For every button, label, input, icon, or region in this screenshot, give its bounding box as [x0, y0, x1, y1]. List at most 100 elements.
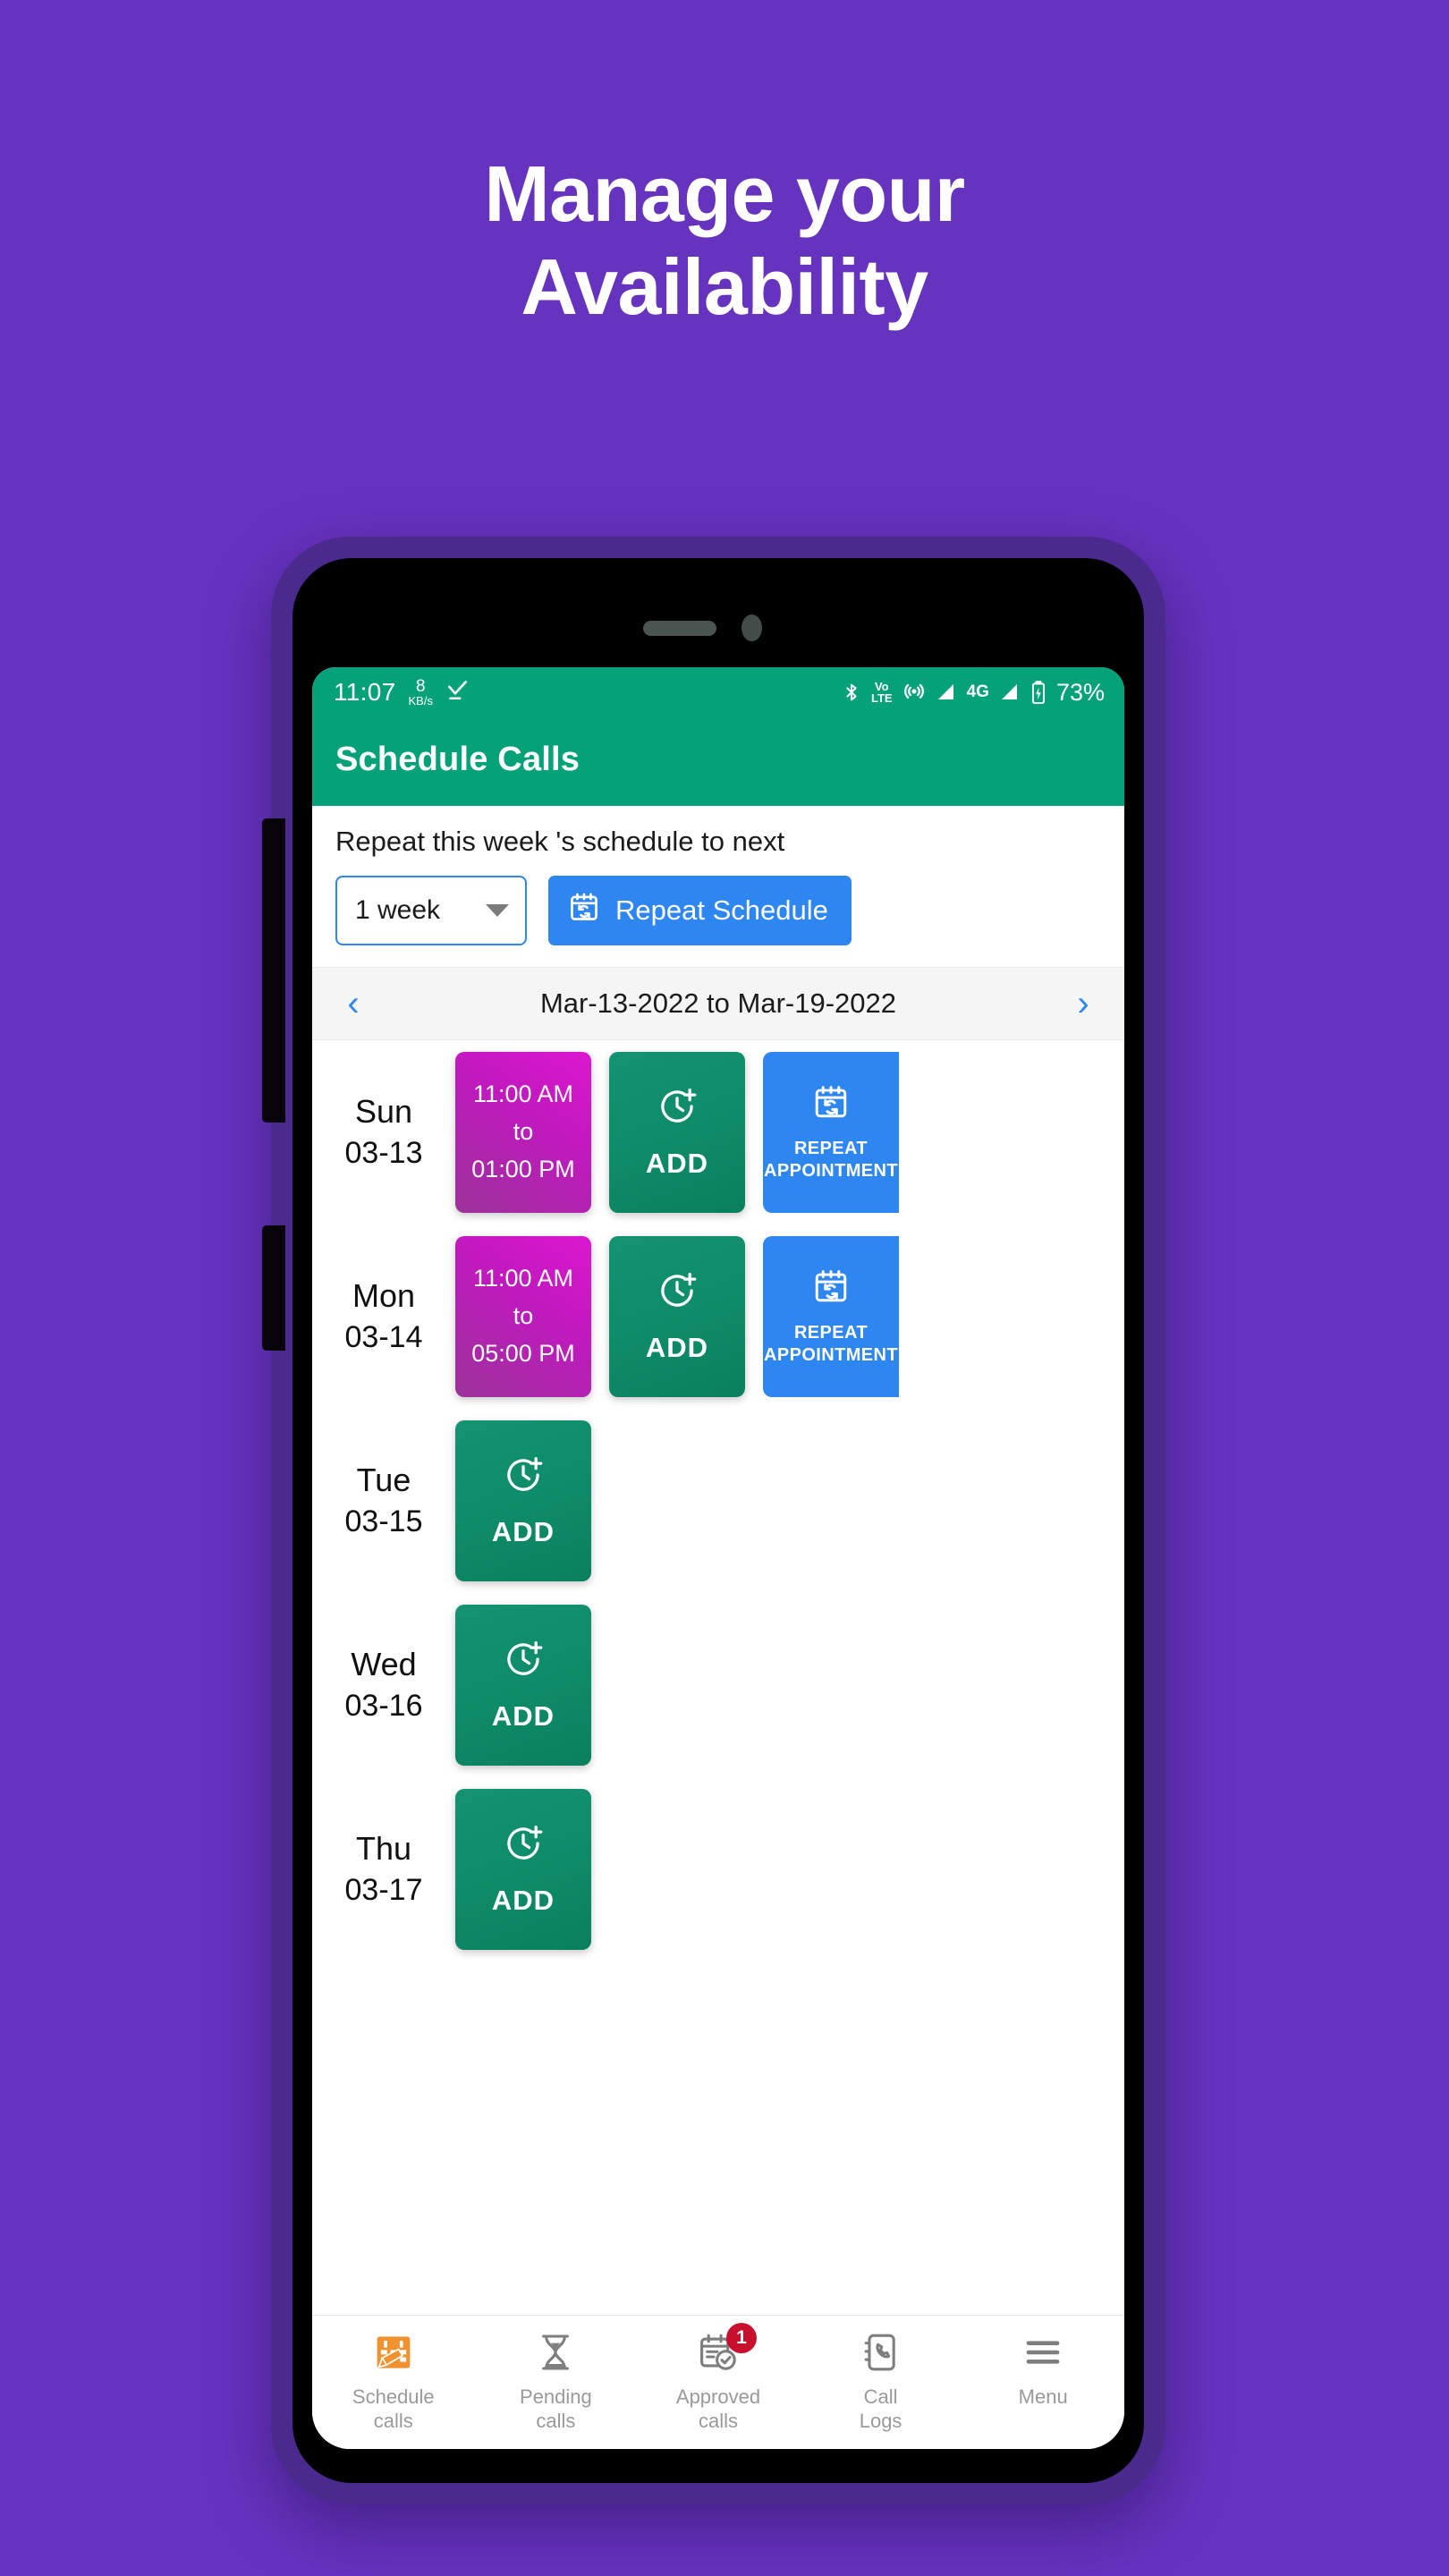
nav-item-label: Schedule calls [352, 2385, 435, 2432]
day-date: 03-13 [344, 1136, 423, 1171]
calendar-repeat-icon [812, 1267, 850, 1309]
time-slot-end: 01:00 PM [471, 1155, 575, 1182]
phone-screen: 11:07 8 KB/s Vo LTE 4G 73% Schedule Call… [312, 667, 1124, 2449]
day-name: Tue [356, 1461, 411, 1498]
repeat-duration-value: 1 week [355, 895, 441, 925]
time-slot-card[interactable]: 11:00 AM to 01:00 PM [455, 1052, 591, 1213]
add-slot-card[interactable]: ADD [609, 1052, 745, 1213]
phone-book-icon [860, 2332, 902, 2376]
nav-item-label: Approved calls [675, 2385, 761, 2432]
nav-icon-wrapper [535, 2330, 576, 2377]
day-cards: ADD [455, 1605, 591, 1766]
hourglass-icon [535, 2332, 576, 2376]
time-slot-sep: to [513, 1302, 534, 1330]
day-label: Sun 03-13 [312, 1090, 455, 1174]
schedule-day-row: Mon 03-14 11:00 AM to 05:00 PM ADD REPEAT APP… [312, 1224, 1124, 1409]
next-week-button[interactable]: › [1065, 986, 1101, 1021]
phone-device-mockup: 11:07 8 KB/s Vo LTE 4G 73% Schedule Call… [262, 537, 1165, 2504]
repeat-appointment-line-2: APPOINTMENT [764, 1160, 898, 1181]
time-slot-card[interactable]: 11:00 AM to 05:00 PM [455, 1236, 591, 1397]
promo-headline-line-2: Availability [521, 242, 928, 331]
signal-bars-icon-2 [999, 682, 1021, 703]
time-slot-end: 05:00 PM [471, 1339, 575, 1367]
add-slot-label: ADD [491, 1515, 555, 1547]
schedule-day-row: Wed 03-16 ADD [312, 1593, 1124, 1777]
calendar-repeat-icon [568, 891, 600, 930]
day-name: Mon [352, 1276, 416, 1314]
day-cards: 11:00 AM to 01:00 PM ADD REPEAT APPOINTMENT [455, 1052, 899, 1213]
power-button[interactable] [262, 1225, 285, 1351]
repeat-appointment-label: REPEAT APPOINTMENT [764, 1138, 898, 1182]
chevron-down-icon [486, 904, 509, 917]
volume-button[interactable] [262, 818, 285, 1123]
repeat-panel-label: Repeat this week 's schedule to next [335, 826, 785, 857]
day-label: Tue 03-15 [312, 1459, 455, 1543]
app-bar-title: Schedule Calls [312, 717, 1124, 806]
time-slot-start: 11:00 AM [472, 1265, 574, 1292]
clock-plus-icon [503, 1454, 544, 1500]
day-name: Thu [355, 1829, 412, 1867]
time-slot-sep: to [513, 1118, 534, 1146]
day-name: Wed [351, 1645, 417, 1682]
week-range-label: Mar-13-2022 to Mar-19-2022 [539, 987, 897, 1019]
week-navigator: ‹ Mar-13-2022 to Mar-19-2022 › [312, 967, 1124, 1040]
nav-icon-wrapper: 1 [698, 2323, 757, 2377]
calendar-pencil-icon [373, 2332, 414, 2376]
hamburger-menu-icon [1022, 2332, 1063, 2376]
day-label: Mon 03-14 [312, 1275, 455, 1359]
nav-item-hamburger-menu[interactable]: Menu [962, 2330, 1124, 2410]
day-label: Wed 03-16 [312, 1643, 455, 1727]
volte-bottom-label: LTE [871, 691, 893, 705]
repeat-duration-select[interactable]: 1 week [335, 876, 527, 945]
repeat-appointment-line-2: APPOINTMENT [764, 1344, 898, 1365]
clock-plus-icon [657, 1270, 698, 1316]
repeat-appointment-card[interactable]: REPEAT APPOINTMENT [763, 1236, 899, 1397]
nav-item-label: Call Logs [859, 2385, 902, 2432]
phone-bezel: 11:07 8 KB/s Vo LTE 4G 73% Schedule Call… [292, 558, 1144, 2483]
schedule-day-list[interactable]: Sun 03-13 11:00 AM to 01:00 PM ADD REPEAT APP… [312, 1040, 1124, 2315]
battery-level-label: 73% [1055, 678, 1105, 706]
add-slot-card[interactable]: ADD [455, 1789, 591, 1950]
day-date: 03-16 [344, 1689, 423, 1724]
nav-item-calendar-pencil[interactable]: Schedule calls [312, 2330, 475, 2434]
download-complete-icon [445, 678, 469, 708]
day-date: 03-15 [344, 1504, 423, 1539]
add-slot-card[interactable]: ADD [609, 1236, 745, 1397]
repeat-appointment-label: REPEAT APPOINTMENT [764, 1322, 898, 1367]
repeat-appointment-line-1: REPEAT [793, 1322, 869, 1343]
calendar-repeat-icon [812, 1083, 850, 1125]
day-label: Thu 03-17 [312, 1827, 455, 1911]
signal-bars-icon [936, 682, 957, 703]
day-cards: ADD [455, 1789, 591, 1950]
earpiece-speaker [643, 621, 716, 636]
time-slot-start: 11:00 AM [472, 1080, 574, 1108]
add-slot-card[interactable]: ADD [455, 1605, 591, 1766]
nav-icon-wrapper [373, 2330, 414, 2377]
volte-icon: Vo LTE [871, 681, 893, 704]
repeat-appointment-line-1: REPEAT [793, 1138, 869, 1158]
schedule-day-row: Sun 03-13 11:00 AM to 01:00 PM ADD REPEAT APP… [312, 1040, 1124, 1224]
day-date: 03-17 [344, 1873, 423, 1908]
nav-icon-wrapper [1022, 2330, 1063, 2377]
day-name: Sun [354, 1092, 413, 1130]
status-time: 11:07 [334, 678, 396, 706]
repeat-schedule-button-label: Repeat Schedule [615, 894, 828, 926]
nav-item-hourglass[interactable]: Pending calls [475, 2330, 638, 2434]
battery-charging-icon [1030, 680, 1046, 705]
nav-item-phone-book[interactable]: Call Logs [800, 2330, 962, 2434]
network-speed-indicator: 8 KB/s [409, 678, 433, 707]
notification-badge: 1 [725, 2323, 757, 2353]
network-speed-value: 8 [415, 677, 426, 696]
front-camera [741, 614, 762, 641]
repeat-schedule-panel: Repeat this week 's schedule to next 1 w… [312, 806, 1124, 967]
day-date: 03-14 [344, 1320, 423, 1355]
nav-item-calendar-check[interactable]: 1 Approved calls [637, 2323, 800, 2434]
add-slot-card[interactable]: ADD [455, 1420, 591, 1581]
network-speed-unit: KB/s [408, 694, 433, 708]
prev-week-button[interactable]: ‹ [335, 986, 371, 1021]
repeat-appointment-card[interactable]: REPEAT APPOINTMENT [763, 1052, 899, 1213]
day-cards: 11:00 AM to 05:00 PM ADD REPEAT APPOINTMENT [455, 1236, 899, 1397]
repeat-schedule-button[interactable]: Repeat Schedule [548, 876, 852, 945]
nav-item-label: Menu [1018, 2385, 1068, 2408]
bluetooth-icon [842, 681, 861, 704]
